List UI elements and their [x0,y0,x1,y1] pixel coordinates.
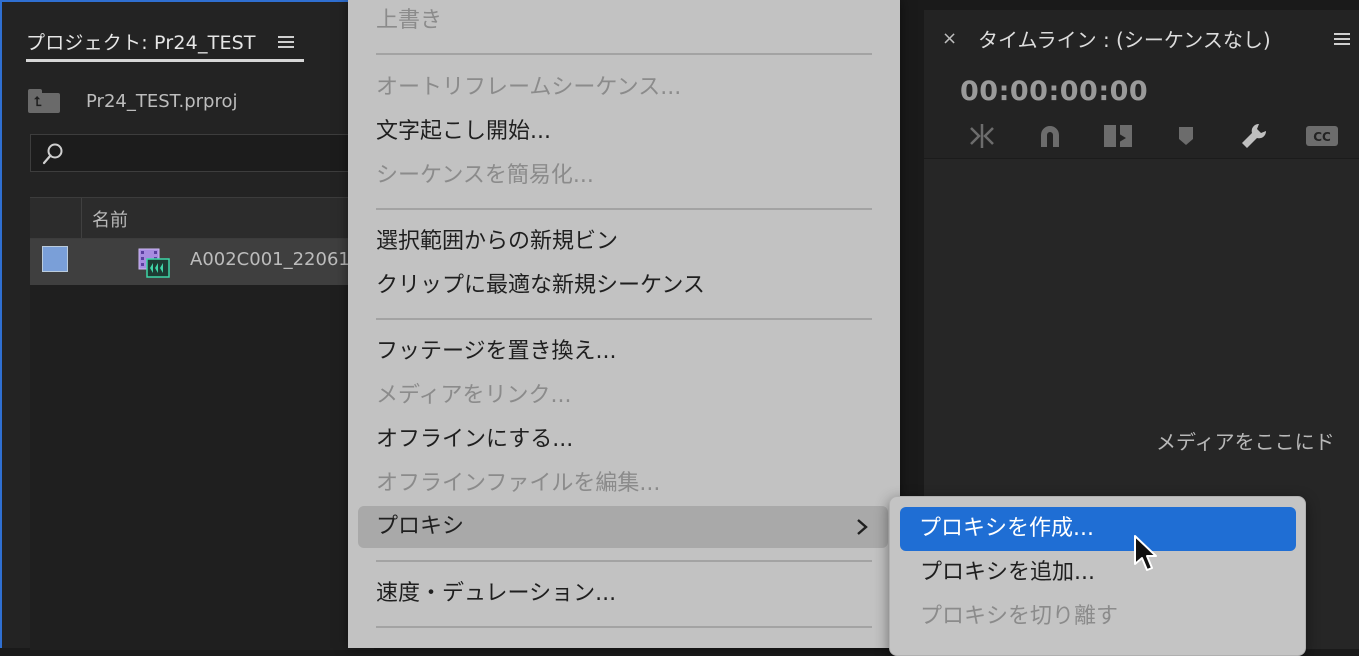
project-panel-title: プロジェクト: Pr24_TEST [26,32,256,54]
magnet-snap-icon[interactable] [1032,121,1068,151]
menu-item-new-sequence-from-clip[interactable]: クリップに最適な新規シーケンス [376,271,705,301]
submenu-item-create-proxies-label: プロキシを作成... [919,516,1094,541]
submenu-item-create-proxies[interactable]: プロキシを作成... [900,507,1296,551]
search-icon [42,143,63,165]
linked-selection-icon[interactable] [1100,121,1136,151]
chevron-right-icon [857,519,868,535]
mouse-cursor-icon [1134,535,1157,571]
close-icon[interactable]: × [942,28,957,49]
label-color-swatch[interactable] [42,246,68,272]
snap-insert-icon[interactable] [964,121,1000,151]
project-panel-tab[interactable]: プロジェクト: Pr24_TEST [26,24,304,62]
timecode-display[interactable]: 00:00:00:00 [960,76,1148,107]
menu-item-overwrite: 上書き [376,8,443,33]
menu-item-speed-duration[interactable]: 速度・デュレーション... [376,579,616,609]
wrench-settings-icon[interactable] [1236,121,1272,151]
table-row[interactable]: A002C001_22061 [30,239,374,285]
menu-separator [376,318,872,320]
project-file-name: Pr24_TEST.prproj [86,90,238,112]
parent-folder-icon[interactable]: ⮤ [28,89,60,113]
project-empty-area[interactable] [30,285,374,650]
video-clip-icon [138,248,170,278]
menu-item-auto-reframe: オートリフレームシーケンス... [376,75,682,100]
timeline-title[interactable]: タイムライン : (シーケンスなし) [978,24,1271,53]
menu-item-link-media: メディアをリンク... [376,383,572,408]
context-menu: 上書き オートリフレームシーケンス... 文字起こし開始... シーケンスを簡易… [348,0,900,648]
menu-item-new-bin-from-selection[interactable]: 選択範囲からの新規ビン [376,227,618,257]
project-file-row: ⮤ Pr24_TEST.prproj [28,86,238,116]
menu-separator [376,208,872,210]
menu-item-proxy[interactable]: プロキシ [358,506,888,548]
menu-item-make-offline[interactable]: オフラインにする... [376,425,573,455]
marker-icon[interactable] [1168,121,1204,151]
menu-separator [376,560,872,562]
menu-separator [376,53,872,55]
timeline-menu-icon[interactable] [1334,32,1350,46]
svg-text:CC: CC [1313,130,1331,144]
project-panel: プロジェクト: Pr24_TEST ⮤ Pr24_TEST.prproj 名前 … [0,0,374,650]
submenu-item-attach-proxies[interactable]: プロキシを追加... [920,558,1095,588]
menu-item-start-transcription[interactable]: 文字起こし開始... [376,117,551,147]
panel-menu-icon[interactable] [277,35,294,49]
search-input[interactable] [30,134,374,172]
drop-media-hint: メディアをここにド [1156,430,1335,454]
column-header-name[interactable]: 名前 [92,206,128,232]
menu-item-simplify-sequence: シーケンスを簡易化... [376,163,594,188]
proxy-submenu: プロキシを作成... プロキシを追加... プロキシを切り離す [889,496,1306,656]
menu-item-replace-footage[interactable]: フッテージを置き換え... [376,337,617,367]
timeline-toolbar: CC [964,120,1359,152]
column-separator[interactable] [81,198,82,238]
menu-item-proxy-label: プロキシ [376,514,465,539]
captions-icon[interactable]: CC [1304,121,1340,151]
submenu-item-detach-proxies: プロキシを切り離す [920,604,1119,629]
menu-item-edit-offline-file: オフラインファイルを編集... [376,471,661,496]
menu-separator [376,626,872,628]
column-header-row: 名前 [30,197,374,239]
clip-name: A002C001_22061 [190,249,350,270]
